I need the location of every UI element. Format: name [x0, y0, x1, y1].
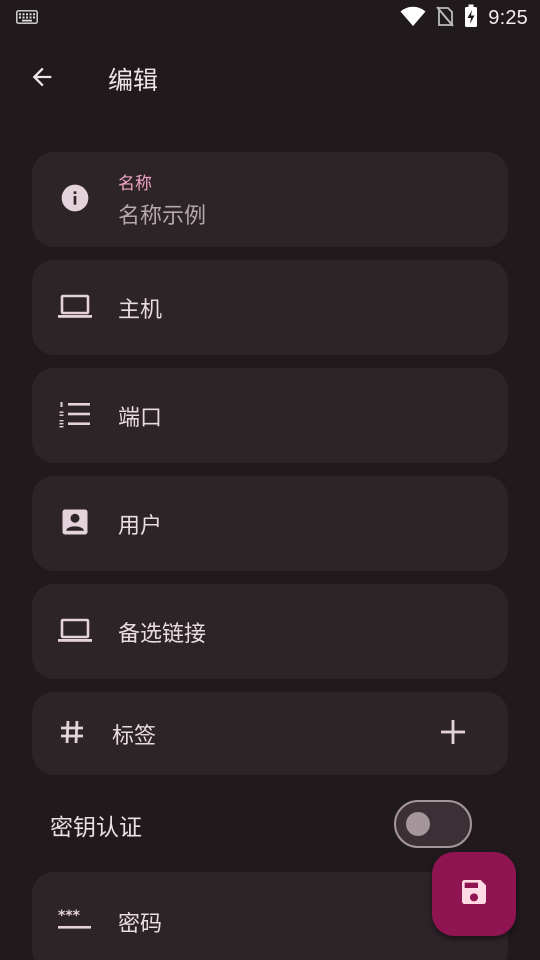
status-time: 9:25 — [488, 6, 528, 29]
wifi-icon — [400, 5, 426, 31]
switch-knob — [406, 812, 430, 836]
save-button[interactable] — [432, 852, 516, 936]
user-field[interactable]: 用户 — [32, 476, 508, 571]
tags-field: 标签 — [32, 692, 508, 775]
user-field-label: 用户 — [118, 513, 163, 539]
info-icon — [59, 182, 91, 218]
key-auth-switch[interactable] — [394, 800, 472, 848]
keyboard-icon — [16, 9, 38, 28]
battery-charging-icon — [464, 4, 478, 32]
back-button[interactable] — [0, 50, 84, 108]
password-field-label: 密码 — [118, 912, 163, 937]
save-icon — [458, 876, 490, 912]
host-field-label: 主机 — [118, 297, 163, 323]
name-field[interactable]: 名称 名称示例 — [32, 152, 508, 247]
numbered-list-icon — [59, 400, 91, 432]
hashtag-icon — [58, 718, 86, 750]
status-bar: 9:25 — [0, 0, 540, 36]
no-sim-icon — [436, 5, 455, 31]
password-icon: *** — [58, 908, 92, 936]
name-field-placeholder[interactable]: 名称示例 — [118, 198, 206, 230]
account-box-icon — [60, 507, 90, 541]
host-field[interactable]: 主机 — [32, 260, 508, 355]
arrow-back-icon — [28, 63, 56, 95]
key-auth-row: 密钥认证 — [32, 796, 508, 854]
page-title: 编辑 — [108, 66, 159, 95]
tags-field-label: 标签 — [112, 723, 157, 749]
alt-link-field-label: 备选链接 — [118, 621, 207, 647]
port-field-label: 端口 — [118, 405, 163, 431]
plus-icon — [440, 719, 466, 749]
port-field[interactable]: 端口 — [32, 368, 508, 463]
laptop-icon — [57, 292, 93, 324]
svg-text:***: *** — [58, 908, 81, 924]
add-tag-button[interactable] — [398, 692, 508, 775]
name-field-label: 名称 — [118, 174, 152, 194]
laptop-icon — [57, 616, 93, 648]
app-bar: 编辑 — [0, 50, 540, 108]
alt-link-field[interactable]: 备选链接 — [32, 584, 508, 679]
key-auth-label: 密钥认证 — [50, 815, 142, 841]
